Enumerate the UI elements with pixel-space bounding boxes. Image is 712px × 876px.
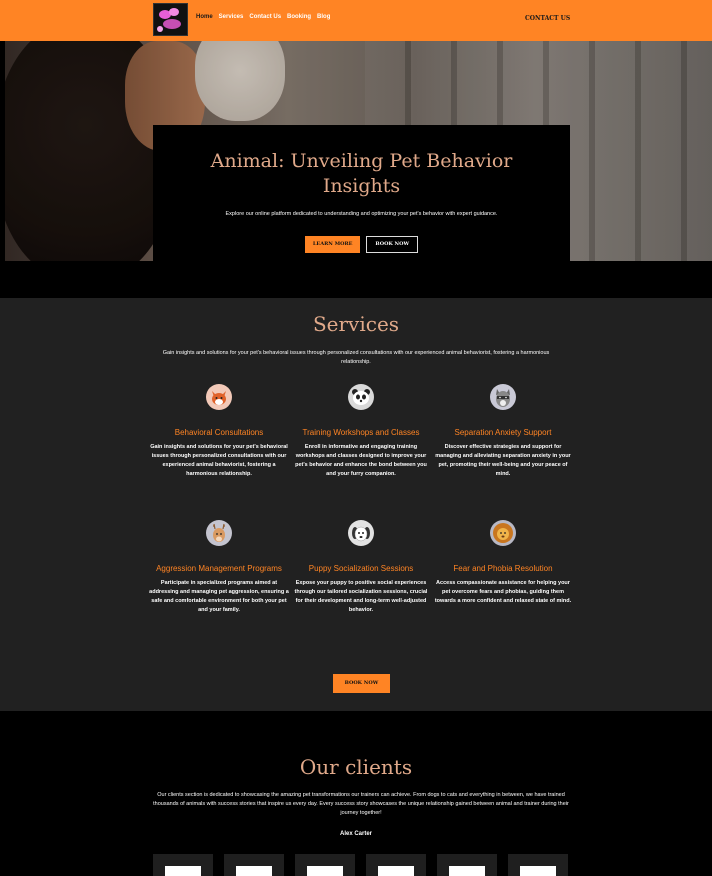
client-logo xyxy=(153,854,213,876)
logo-shape xyxy=(163,19,181,29)
services-title: Services xyxy=(312,312,400,336)
client-logo xyxy=(437,854,497,876)
nav-services[interactable]: Services xyxy=(219,14,244,20)
client-logo xyxy=(508,854,568,876)
service-name: Fear and Phobia Resolution xyxy=(453,564,553,573)
hero-card: Animal: Unveiling Pet Behavior Insights … xyxy=(153,125,570,261)
service-card: Puppy Socialization Sessions Expose your… xyxy=(291,520,431,615)
clients-title: Our clients xyxy=(299,755,413,779)
service-description: Access compassionate assistance for help… xyxy=(434,580,572,604)
nav-blog[interactable]: Blog xyxy=(317,14,330,20)
service-name: Training Workshops and Classes xyxy=(302,428,420,437)
service-card: Aggression Management Programs Participa… xyxy=(149,520,289,615)
service-card: Training Workshops and Classes Enroll in… xyxy=(291,384,431,479)
client-logo xyxy=(295,854,355,876)
panda-icon xyxy=(348,384,374,410)
raccoon-icon xyxy=(490,384,516,410)
puppy-icon xyxy=(348,520,374,546)
nav-home[interactable]: Home xyxy=(196,14,213,20)
top-navbar: Home Services Contact Us Booking Blog CO… xyxy=(0,0,712,41)
service-card: Behavioral Consultations Gain insights a… xyxy=(149,384,289,479)
book-now-button[interactable]: BOOK NOW xyxy=(366,236,419,253)
nav-links: Home Services Contact Us Booking Blog xyxy=(196,14,330,20)
clients-section: Our clients Our clients section is dedic… xyxy=(0,711,712,876)
client-logos xyxy=(153,854,568,876)
service-description: Expose your puppy to positive social exp… xyxy=(294,580,428,613)
client-name: Alex Carter xyxy=(339,831,372,837)
nav-booking[interactable]: Booking xyxy=(287,14,311,20)
hero-buttons: LEARN MORE BOOK NOW xyxy=(153,236,570,253)
service-description: Enroll in informative and engaging train… xyxy=(295,444,427,477)
hero-subtitle: Explore our online platform dedicated to… xyxy=(225,211,498,217)
service-description: Participate in specialized programs aime… xyxy=(149,580,289,613)
contact-us-link[interactable]: CONTACT US xyxy=(525,15,570,22)
site-logo[interactable] xyxy=(153,3,188,36)
services-section: Services Gain insights and solutions for… xyxy=(0,298,712,711)
fox-icon xyxy=(206,384,232,410)
hero-title: Animal: Unveiling Pet Behavior Insights xyxy=(210,150,513,197)
service-card: Separation Anxiety Support Discover effe… xyxy=(433,384,573,479)
service-name: Behavioral Consultations xyxy=(174,428,264,437)
service-card: Fear and Phobia Resolution Access compas… xyxy=(433,520,573,606)
logo-shape xyxy=(169,8,179,16)
service-name: Aggression Management Programs xyxy=(156,564,282,573)
services-book-now-button[interactable]: BOOK NOW xyxy=(333,674,390,693)
services-subtitle: Gain insights and solutions for your pet… xyxy=(162,350,550,365)
client-logo xyxy=(224,854,284,876)
service-description: Discover effective strategies and suppor… xyxy=(435,444,571,477)
logo-shape xyxy=(157,26,163,32)
service-name: Puppy Socialization Sessions xyxy=(308,564,414,573)
learn-more-button[interactable]: LEARN MORE xyxy=(304,236,361,253)
client-logo xyxy=(366,854,426,876)
nav-contact-us[interactable]: Contact Us xyxy=(249,14,281,20)
service-name: Separation Anxiety Support xyxy=(454,428,552,437)
lion-icon xyxy=(490,520,516,546)
clients-subtitle: Our clients section is dedicated to show… xyxy=(153,792,569,816)
deer-icon xyxy=(206,520,232,546)
service-description: Gain insights and solutions for your pet… xyxy=(150,444,288,477)
